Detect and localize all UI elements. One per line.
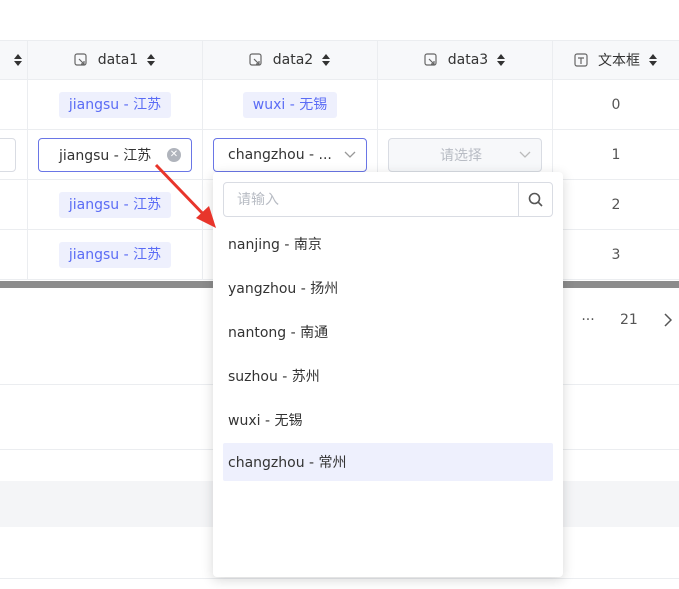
table-cell — [0, 230, 28, 279]
select-value: changzhou - ... — [228, 146, 332, 163]
header-label-data2: data2 — [272, 52, 314, 68]
textbox-icon — [574, 53, 588, 67]
table-cell — [0, 180, 28, 229]
value-tag: jiangsu - 江苏 — [58, 191, 172, 218]
table-cell[interactable]: jiangsu - 江苏 — [28, 180, 203, 229]
chevron-right-icon[interactable] — [664, 313, 672, 327]
table-cell[interactable]: jiangsu - 江苏 — [28, 80, 203, 129]
clear-icon[interactable]: ✕ — [167, 147, 181, 162]
select-value: jiangsu - 江苏 — [59, 147, 152, 164]
sort-icon[interactable] — [648, 53, 658, 67]
dropdown-option[interactable]: yangzhou - 扬州 — [223, 269, 553, 307]
value-tag: wuxi - 无锡 — [242, 91, 338, 118]
header-col-data1[interactable]: data1 — [28, 41, 203, 79]
table-cell — [0, 80, 28, 129]
value-tag: jiangsu - 江苏 — [58, 241, 172, 268]
header-col-data3[interactable]: data3 — [378, 41, 553, 79]
table-cell[interactable] — [378, 80, 553, 129]
select-placeholder: 请选择 — [440, 147, 482, 164]
search-button[interactable] — [518, 183, 552, 216]
header-col-data2[interactable]: data2 — [203, 41, 378, 79]
pagination: ··· 21 — [580, 312, 672, 328]
dropdown-option-selected[interactable]: changzhou - 常州 — [223, 443, 553, 481]
table-cell[interactable]: 0 — [553, 80, 679, 129]
dropdown-search-input[interactable] — [224, 183, 518, 216]
chevron-down-icon[interactable] — [519, 151, 531, 159]
table-cell[interactable]: jiangsu - 江苏 ✕ — [28, 130, 203, 179]
select-field-icon — [249, 53, 262, 66]
sort-icon[interactable] — [13, 53, 23, 67]
select-field-icon — [74, 53, 87, 66]
data2-select[interactable]: changzhou - ... — [213, 137, 367, 172]
select-field-icon — [424, 53, 437, 66]
dropdown-option[interactable]: nanjing - 南京 — [223, 225, 553, 263]
select-dropdown: nanjing - 南京 yangzhou - 扬州 nantong - 南通 … — [213, 172, 563, 577]
partial-select[interactable] — [0, 138, 16, 172]
dropdown-option[interactable]: wuxi - 无锡 — [223, 401, 553, 439]
header-col-prev[interactable] — [0, 41, 28, 79]
table-row: jiangsu - 江苏 wuxi - 无锡 0 — [0, 80, 679, 130]
table-cell[interactable]: 1 — [553, 130, 679, 179]
header-label-text: 文本框 — [598, 53, 640, 69]
text-value: 0 — [611, 96, 621, 113]
search-icon — [528, 192, 543, 207]
sort-icon[interactable] — [496, 53, 506, 67]
table-cell[interactable]: jiangsu - 江苏 — [28, 230, 203, 279]
text-value: 2 — [611, 196, 621, 213]
sort-icon[interactable] — [321, 53, 331, 67]
chevron-down-icon[interactable] — [344, 151, 356, 159]
pagination-ellipsis[interactable]: ··· — [580, 312, 596, 328]
data3-select[interactable]: 请选择 — [388, 137, 542, 172]
table-cell[interactable]: 3 — [553, 230, 679, 279]
text-value: 1 — [611, 146, 621, 163]
dropdown-option[interactable]: nantong - 南通 — [223, 313, 553, 351]
table-header: data1 data2 data3 文本框 — [0, 40, 679, 80]
divider — [0, 578, 679, 579]
value-tag: jiangsu - 江苏 — [58, 91, 172, 118]
dropdown-search — [223, 182, 553, 217]
header-col-text[interactable]: 文本框 — [553, 41, 679, 79]
header-label-data3: data3 — [447, 52, 489, 68]
app-root: { "columns": { "data1": {"label": "data1… — [0, 0, 679, 589]
table-cell[interactable]: 2 — [553, 180, 679, 229]
table-cell — [0, 130, 28, 179]
header-label-data1: data1 — [97, 52, 139, 68]
table-cell[interactable]: wuxi - 无锡 — [203, 80, 378, 129]
sort-icon[interactable] — [146, 53, 156, 67]
dropdown-option[interactable]: suzhou - 苏州 — [223, 357, 553, 395]
text-value: 3 — [611, 246, 621, 263]
data1-select[interactable]: jiangsu - 江苏 ✕ — [38, 137, 192, 172]
page-last[interactable]: 21 — [620, 312, 638, 328]
